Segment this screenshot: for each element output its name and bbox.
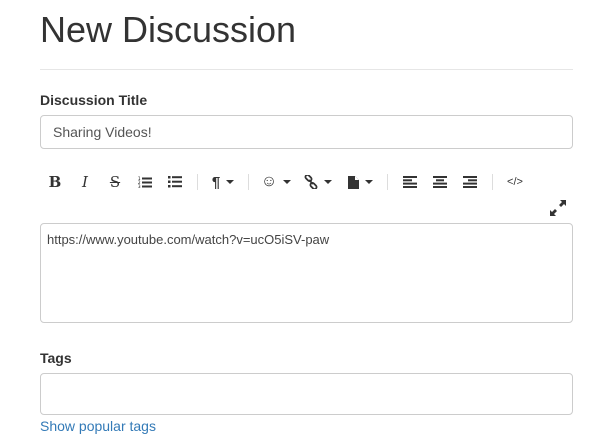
align-center-icon[interactable]: [425, 168, 455, 196]
discussion-title-label: Discussion Title: [40, 92, 148, 108]
expand-icon[interactable]: [550, 200, 566, 216]
editor-content: https://www.youtube.com/watch?v=ucO5iSV-…: [47, 232, 330, 247]
strikethrough-icon[interactable]: S: [100, 168, 130, 196]
emoji-dropdown[interactable]: ☺: [256, 168, 296, 196]
code-view-icon[interactable]: </>: [500, 168, 530, 196]
toolbar-separator: [248, 174, 249, 190]
divider: [40, 69, 573, 70]
align-right-icon[interactable]: [455, 168, 485, 196]
caret-down-icon: [226, 180, 235, 184]
bold-icon[interactable]: B: [40, 168, 70, 196]
toolbar-separator: [387, 174, 388, 190]
paragraph-dropdown[interactable]: ¶: [205, 168, 241, 196]
italic-icon[interactable]: I: [70, 168, 100, 196]
file-dropdown[interactable]: [340, 168, 380, 196]
toolbar-separator: [197, 174, 198, 190]
svg-text:3: 3: [138, 184, 141, 189]
message-editor[interactable]: https://www.youtube.com/watch?v=ucO5iSV-…: [40, 223, 573, 323]
editor-toolbar: B I S 123 ¶ ☺ </>: [40, 168, 573, 196]
page-title: New Discussion: [40, 9, 297, 50]
tags-label: Tags: [40, 350, 72, 366]
emoji-icon: ☺: [260, 173, 278, 190]
ordered-list-icon[interactable]: 123: [130, 168, 160, 196]
caret-down-icon: [283, 180, 292, 184]
link-dropdown[interactable]: [296, 168, 340, 196]
tags-input[interactable]: [40, 373, 573, 415]
caret-down-icon: [324, 180, 332, 184]
show-popular-tags-link[interactable]: Show popular tags: [40, 418, 156, 434]
file-icon: [347, 175, 359, 189]
unordered-list-icon[interactable]: [160, 168, 190, 196]
caret-down-icon: [364, 180, 373, 184]
discussion-title-input[interactable]: [40, 115, 573, 149]
link-icon: [304, 175, 318, 189]
paragraph-icon: ¶: [211, 173, 221, 191]
align-left-icon[interactable]: [395, 168, 425, 196]
toolbar-separator: [492, 174, 493, 190]
